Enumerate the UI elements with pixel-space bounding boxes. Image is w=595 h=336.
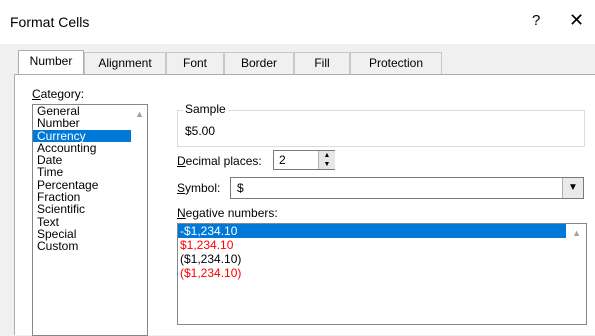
spin-down-icon[interactable]: ▼ [319,160,335,169]
help-button[interactable]: ? [532,12,540,29]
negative-numbers-list[interactable]: -$1,234.10 $1,234.10 ($1,234.10) ($1,234… [177,223,587,325]
category-item-time[interactable]: Time [33,166,145,179]
category-label: Category: [32,87,84,101]
negative-format-item[interactable]: ($1,234.10) [178,266,566,280]
negative-format-item[interactable]: ($1,234.10) [178,252,566,266]
negative-label-accel: N [177,206,186,220]
scroll-up-icon[interactable]: ▲ [572,228,581,238]
tab-alignment[interactable]: Alignment [84,52,166,74]
symbol-dropdown[interactable]: $ ▼ [230,177,584,199]
decimal-places-spinner[interactable]: 2 ▲ ▼ [273,150,335,170]
tab-fill[interactable]: Fill [294,52,350,74]
negative-label-rest: egative numbers: [185,206,278,220]
category-label-rest: ategory: [40,87,85,101]
scroll-up-icon[interactable]: ▲ [135,109,144,119]
negative-format-item[interactable]: $1,234.10 [178,238,566,252]
category-list[interactable]: General Number Currency Accounting Date … [32,104,148,336]
dialog-title: Format Cells [10,14,90,30]
sample-title: Sample [183,102,228,116]
negative-format-item[interactable]: -$1,234.10 [178,224,566,238]
decimal-places-label: Decimal places: [177,154,262,168]
title-bar: Format Cells ? ✕ [0,0,595,44]
negative-numbers-label: Negative numbers: [177,206,278,220]
decimal-label-rest: ecimal places: [185,154,262,168]
sample-group-box [177,110,585,147]
category-item-number[interactable]: Number [33,117,145,130]
tab-protection[interactable]: Protection [350,52,442,74]
category-scrollbar[interactable]: ▲ [131,105,147,335]
symbol-label-rest: ymbol: [185,181,221,195]
category-label-accel: C [32,87,41,101]
decimal-places-value[interactable]: 2 [279,153,286,167]
category-item-custom[interactable]: Custom [33,240,145,253]
tab-number[interactable]: Number [18,50,84,74]
spin-up-icon[interactable]: ▲ [319,151,335,160]
tab-font[interactable]: Font [166,52,224,74]
category-item-scientific[interactable]: Scientific [33,203,145,216]
sample-value: $5.00 [185,124,216,138]
negative-list-scrollbar[interactable]: ▲ [568,224,586,324]
symbol-value[interactable]: $ [237,181,244,195]
decimal-label-accel: D [177,154,186,168]
spinner-buttons[interactable]: ▲ ▼ [318,151,335,169]
close-button[interactable]: ✕ [569,10,584,31]
symbol-label: Symbol: [177,181,220,195]
tab-border[interactable]: Border [224,52,294,74]
chevron-down-icon[interactable]: ▼ [562,178,583,198]
symbol-label-accel: S [177,181,186,195]
